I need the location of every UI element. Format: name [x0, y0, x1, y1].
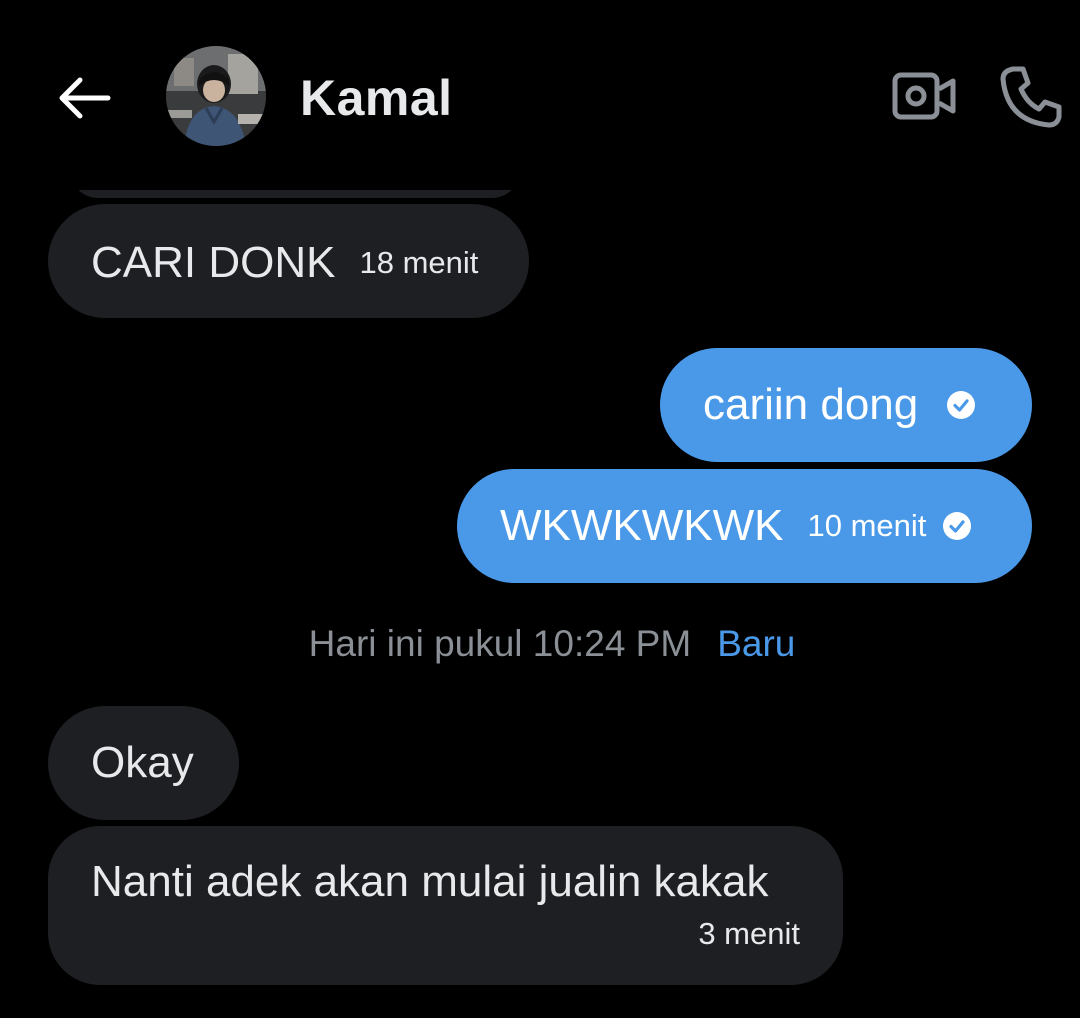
message-text: Okay: [91, 738, 194, 787]
message-bubble-outgoing[interactable]: WKWKWKWK 10 menit: [457, 469, 1032, 583]
read-check-icon: [943, 512, 972, 540]
arrow-left-icon: [59, 77, 111, 119]
avatar[interactable]: [166, 46, 266, 146]
chat-header: Kamal: [0, 0, 1080, 190]
message-time: 18 menit: [359, 245, 479, 280]
back-button[interactable]: [52, 70, 116, 126]
message-time: 3 menit: [698, 916, 800, 951]
contact-name[interactable]: Kamal: [300, 68, 453, 128]
video-camera-icon: [892, 72, 956, 120]
day-divider: Hari ini pukul 10:24 PM Baru: [0, 620, 1080, 668]
new-messages-label: Baru: [717, 623, 796, 664]
video-call-button[interactable]: [888, 66, 960, 126]
read-check-icon: [947, 391, 976, 419]
message-text: cariin dong: [703, 380, 919, 429]
message-text: Nanti adek akan mulai jualin kakak: [91, 857, 769, 906]
divider-timestamp: Hari ini pukul 10:24 PM: [308, 623, 692, 664]
message-bubble-incoming[interactable]: Okay: [48, 706, 239, 820]
phone-icon: [1000, 66, 1062, 128]
avatar-image: [166, 46, 266, 146]
message-bubble-incoming[interactable]: CARI DONK 18 menit: [48, 204, 529, 318]
message-bubble-outgoing[interactable]: cariin dong: [660, 348, 1032, 462]
message-bubble-incoming[interactable]: Nanti adek akan mulai jualin kakak 3 men…: [48, 826, 843, 985]
voice-call-button[interactable]: [996, 62, 1066, 132]
message-text: CARI DONK: [91, 238, 336, 287]
message-text: WKWKWKWK: [500, 501, 784, 550]
message-time: 10 menit: [807, 508, 927, 543]
